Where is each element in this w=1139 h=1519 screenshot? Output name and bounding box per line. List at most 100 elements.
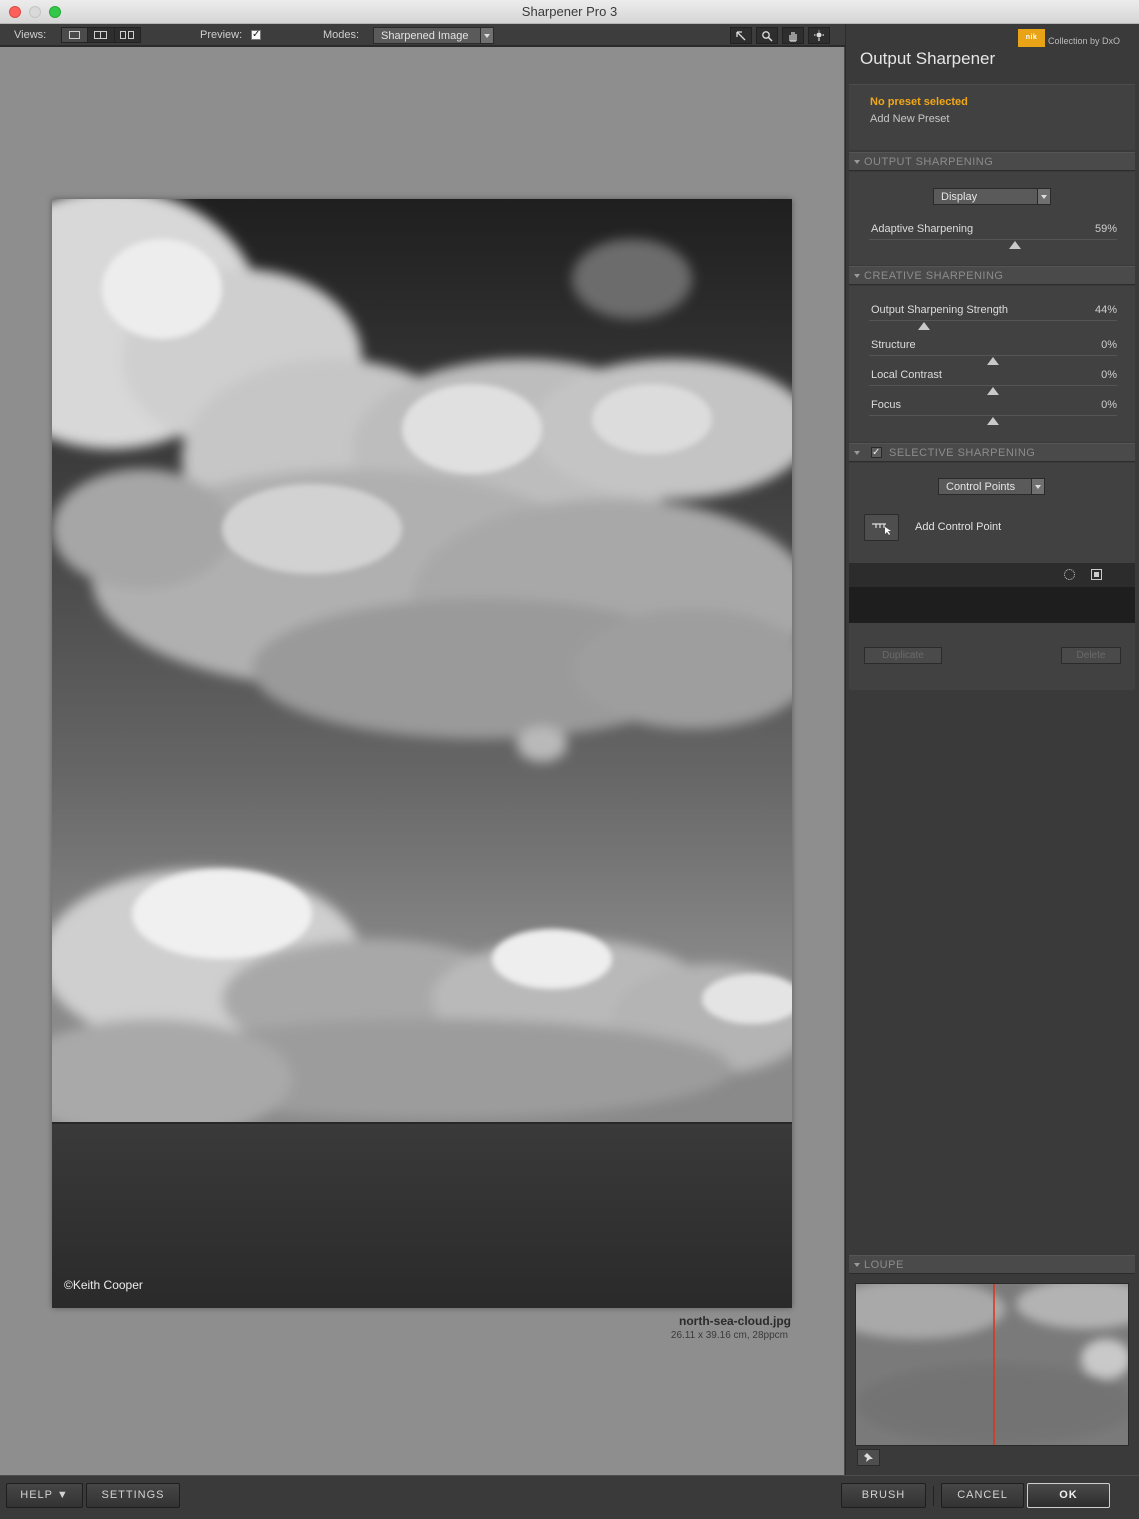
views-label: Views:	[14, 29, 47, 41]
file-dimensions: 26.11 x 39.16 cm, 28ppcm	[670, 1330, 788, 1341]
control-point-icon	[871, 522, 891, 535]
views-switcher	[61, 27, 141, 43]
image-canvas[interactable]: ©Keith Cooper north-sea-cloud.jpg 26.11 …	[0, 47, 845, 1475]
add-preset-link[interactable]: Add New Preset	[870, 113, 949, 125]
display-select[interactable]: Display	[933, 188, 1051, 205]
slider-track[interactable]	[869, 355, 1117, 356]
collapse-icon	[854, 160, 860, 164]
brush-button[interactable]: BRUSH	[841, 1483, 926, 1508]
collapse-icon	[854, 451, 860, 455]
file-name: north-sea-cloud.jpg	[679, 1314, 791, 1328]
display-select-value: Display	[941, 191, 978, 203]
selective-sharpening-body: Control Points Add Control Point Duplica…	[849, 463, 1135, 690]
slider-label: Local Contrast	[871, 369, 942, 381]
settings-button[interactable]: SETTINGS	[86, 1483, 180, 1508]
window-title: Sharpener Pro 3	[521, 4, 618, 19]
hand-tool-button[interactable]	[782, 27, 804, 44]
slider-track[interactable]	[869, 320, 1117, 321]
preset-box: No preset selected Add New Preset	[849, 84, 1135, 150]
cloud-photo	[52, 199, 792, 1308]
preview-checkbox[interactable]: ✓	[251, 30, 261, 40]
side-by-side-view-button[interactable]	[115, 28, 140, 42]
modes-select[interactable]: Sharpened Image	[373, 27, 494, 44]
copyright-watermark: ©Keith Cooper	[64, 1278, 143, 1292]
single-view-button[interactable]	[62, 28, 89, 42]
selective-sharpening-checkbox[interactable]: ✓	[871, 447, 882, 458]
modes-select-value: Sharpened Image	[381, 30, 469, 42]
slider-track[interactable]	[869, 385, 1117, 386]
structure-slider[interactable]: Structure 0%	[869, 339, 1117, 369]
loupe-view[interactable]	[855, 1283, 1129, 1446]
slider-label: Structure	[871, 339, 916, 351]
selective-sharpening-header[interactable]: ✓ SELECTIVE SHARPENING	[849, 443, 1135, 462]
output-sharpening-header[interactable]: OUTPUT SHARPENING	[849, 152, 1135, 171]
preview-image[interactable]: ©Keith Cooper	[52, 199, 792, 1308]
slider-label: Adaptive Sharpening	[871, 223, 974, 235]
chevron-down-icon	[1031, 479, 1044, 494]
control-points-select[interactable]: Control Points	[938, 478, 1045, 495]
divider	[933, 1486, 934, 1506]
nik-logo: nik	[1018, 29, 1045, 47]
output-strength-slider[interactable]: Output Sharpening Strength 44%	[869, 304, 1117, 334]
collapse-icon	[854, 1263, 860, 1267]
show-mask-icon[interactable]	[1091, 569, 1102, 580]
section-title: OUTPUT SHARPENING	[864, 156, 994, 168]
split-view-button[interactable]	[88, 28, 115, 42]
local-contrast-slider[interactable]: Local Contrast 0%	[869, 369, 1117, 399]
side-by-side-view-icon	[120, 31, 135, 39]
slider-label: Focus	[871, 399, 901, 411]
creative-sharpening-body: Output Sharpening Strength 44% Structure…	[849, 286, 1135, 442]
ok-button[interactable]: OK	[1027, 1483, 1110, 1508]
bottom-bar: HELP ▼ SETTINGS BRUSH CANCEL OK	[0, 1475, 1139, 1519]
focus-slider[interactable]: Focus 0%	[869, 399, 1117, 429]
slider-thumb[interactable]	[987, 357, 999, 365]
pointer-tool-button[interactable]	[730, 27, 752, 44]
collapse-icon	[854, 274, 860, 278]
help-button[interactable]: HELP ▼	[6, 1483, 83, 1508]
control-points-list[interactable]	[849, 563, 1135, 623]
duplicate-button[interactable]: Duplicate	[864, 647, 942, 664]
title-bar: Sharpener Pro 3	[0, 0, 1139, 24]
light-icon	[814, 30, 824, 41]
slider-value: 59%	[1094, 223, 1117, 235]
loupe-header[interactable]: LOUPE	[849, 1255, 1135, 1274]
right-panel: nik Collection by DxO Output Sharpener N…	[846, 24, 1139, 1475]
adaptive-sharpening-slider[interactable]: Adaptive Sharpening 59%	[869, 223, 1117, 253]
section-title: SELECTIVE SHARPENING	[889, 447, 1036, 459]
creative-sharpening-header[interactable]: CREATIVE SHARPENING	[849, 266, 1135, 285]
section-title: LOUPE	[864, 1259, 904, 1271]
slider-label: Output Sharpening Strength	[871, 304, 1008, 316]
split-view-icon	[94, 31, 108, 39]
slider-value: 0%	[1101, 369, 1117, 381]
slider-thumb[interactable]	[917, 322, 930, 330]
delete-button[interactable]: Delete	[1061, 647, 1121, 664]
modes-label: Modes:	[323, 29, 360, 41]
control-points-list-header	[849, 563, 1135, 587]
chevron-down-icon	[1037, 189, 1050, 204]
loupe-pin-button[interactable]	[857, 1449, 880, 1466]
output-sharpening-body: Display Adaptive Sharpening 59%	[849, 172, 1135, 265]
single-view-icon	[69, 31, 81, 39]
light-tool-button[interactable]	[808, 27, 830, 44]
slider-thumb[interactable]	[987, 417, 999, 425]
show-selection-icon[interactable]	[1064, 569, 1075, 580]
zoom-icon	[762, 30, 773, 42]
slider-track[interactable]	[869, 239, 1117, 240]
slider-value: 0%	[1101, 339, 1117, 351]
cancel-button[interactable]: CANCEL	[941, 1483, 1024, 1508]
pin-icon	[864, 1453, 873, 1462]
control-points-select-value: Control Points	[946, 481, 1016, 493]
zoom-tool-button[interactable]	[756, 27, 778, 44]
preset-status: No preset selected	[870, 96, 968, 108]
slider-track[interactable]	[869, 415, 1117, 416]
add-control-point-label: Add Control Point	[915, 521, 1002, 533]
slider-thumb[interactable]	[1009, 241, 1022, 249]
slider-thumb[interactable]	[987, 387, 999, 395]
chevron-down-icon	[480, 28, 493, 43]
slider-value: 44%	[1094, 304, 1117, 316]
section-title: CREATIVE SHARPENING	[864, 270, 1004, 282]
logo-text: Collection by DxO	[1048, 36, 1121, 46]
loupe-image	[856, 1284, 1128, 1445]
cursor-icon	[736, 30, 746, 40]
add-control-point-button[interactable]	[864, 514, 899, 541]
